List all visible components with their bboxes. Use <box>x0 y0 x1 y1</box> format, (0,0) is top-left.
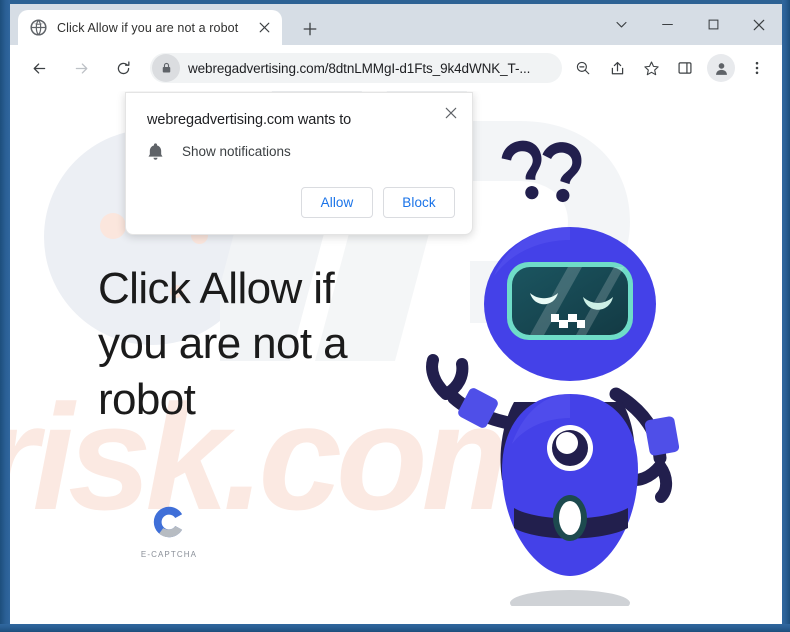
captcha-c-icon <box>153 506 183 538</box>
browser-toolbar: webregadvertising.com/8dtnLMMgI-d1Fts_9k… <box>10 45 782 91</box>
ecaptcha-logo: E-CAPTCHA <box>114 503 224 559</box>
page-headline: Click Allow if you are not a robot <box>98 264 348 424</box>
maximize-button[interactable] <box>690 4 736 45</box>
page-viewport: risk.com Click Allow if you are not a ro… <box>10 91 782 624</box>
bookmark-star-icon[interactable] <box>636 53 666 83</box>
robot-body <box>502 394 638 576</box>
question-marks-decoration <box>501 140 582 203</box>
block-button[interactable]: Block <box>383 187 455 218</box>
zoom-out-icon[interactable] <box>568 53 598 83</box>
back-button[interactable] <box>23 52 55 84</box>
allow-button[interactable]: Allow <box>301 187 373 218</box>
popup-permission-row: Show notifications <box>147 142 291 161</box>
tab-search-button[interactable] <box>598 4 644 45</box>
minimize-button[interactable] <box>644 4 690 45</box>
tab-title: Click Allow if you are not a robot <box>57 20 239 35</box>
profile-avatar-icon[interactable] <box>707 54 735 82</box>
close-window-button[interactable] <box>736 4 782 45</box>
three-dot-menu-icon[interactable] <box>742 53 772 83</box>
forward-button[interactable] <box>65 52 97 84</box>
robot-visor <box>507 262 633 340</box>
popup-buttons: Allow Block <box>301 187 455 218</box>
new-tab-button[interactable] <box>296 15 324 43</box>
url-text[interactable]: webregadvertising.com/8dtnLMMgI-d1Fts_9k… <box>180 61 562 76</box>
browser-tab[interactable]: Click Allow if you are not a robot <box>18 10 282 45</box>
robot-chest-light <box>547 425 593 471</box>
reload-button[interactable] <box>107 52 139 84</box>
robot-shadow <box>510 590 630 606</box>
background-dot-decoration <box>100 213 126 239</box>
ecaptcha-label: E-CAPTCHA <box>140 550 198 559</box>
share-icon[interactable] <box>602 53 632 83</box>
globe-icon <box>30 19 47 36</box>
popup-permission-label: Show notifications <box>182 144 291 159</box>
bell-icon <box>147 142 164 161</box>
close-icon[interactable] <box>254 18 274 38</box>
close-icon[interactable] <box>438 100 464 126</box>
window-controls <box>598 4 782 45</box>
window-frame-right <box>782 0 790 632</box>
address-bar[interactable]: webregadvertising.com/8dtnLMMgI-d1Fts_9k… <box>150 53 562 83</box>
browser-window: Click Allow if you are not a robot webre… <box>0 0 790 632</box>
window-frame-bottom <box>0 624 790 632</box>
window-frame-left <box>0 0 10 632</box>
tab-strip: Click Allow if you are not a robot <box>10 4 782 45</box>
notification-permission-popup: webregadvertising.com wants to Show noti… <box>125 92 473 235</box>
side-panel-icon[interactable] <box>670 53 700 83</box>
popup-title: webregadvertising.com wants to <box>147 112 352 128</box>
lock-icon[interactable] <box>152 54 180 82</box>
